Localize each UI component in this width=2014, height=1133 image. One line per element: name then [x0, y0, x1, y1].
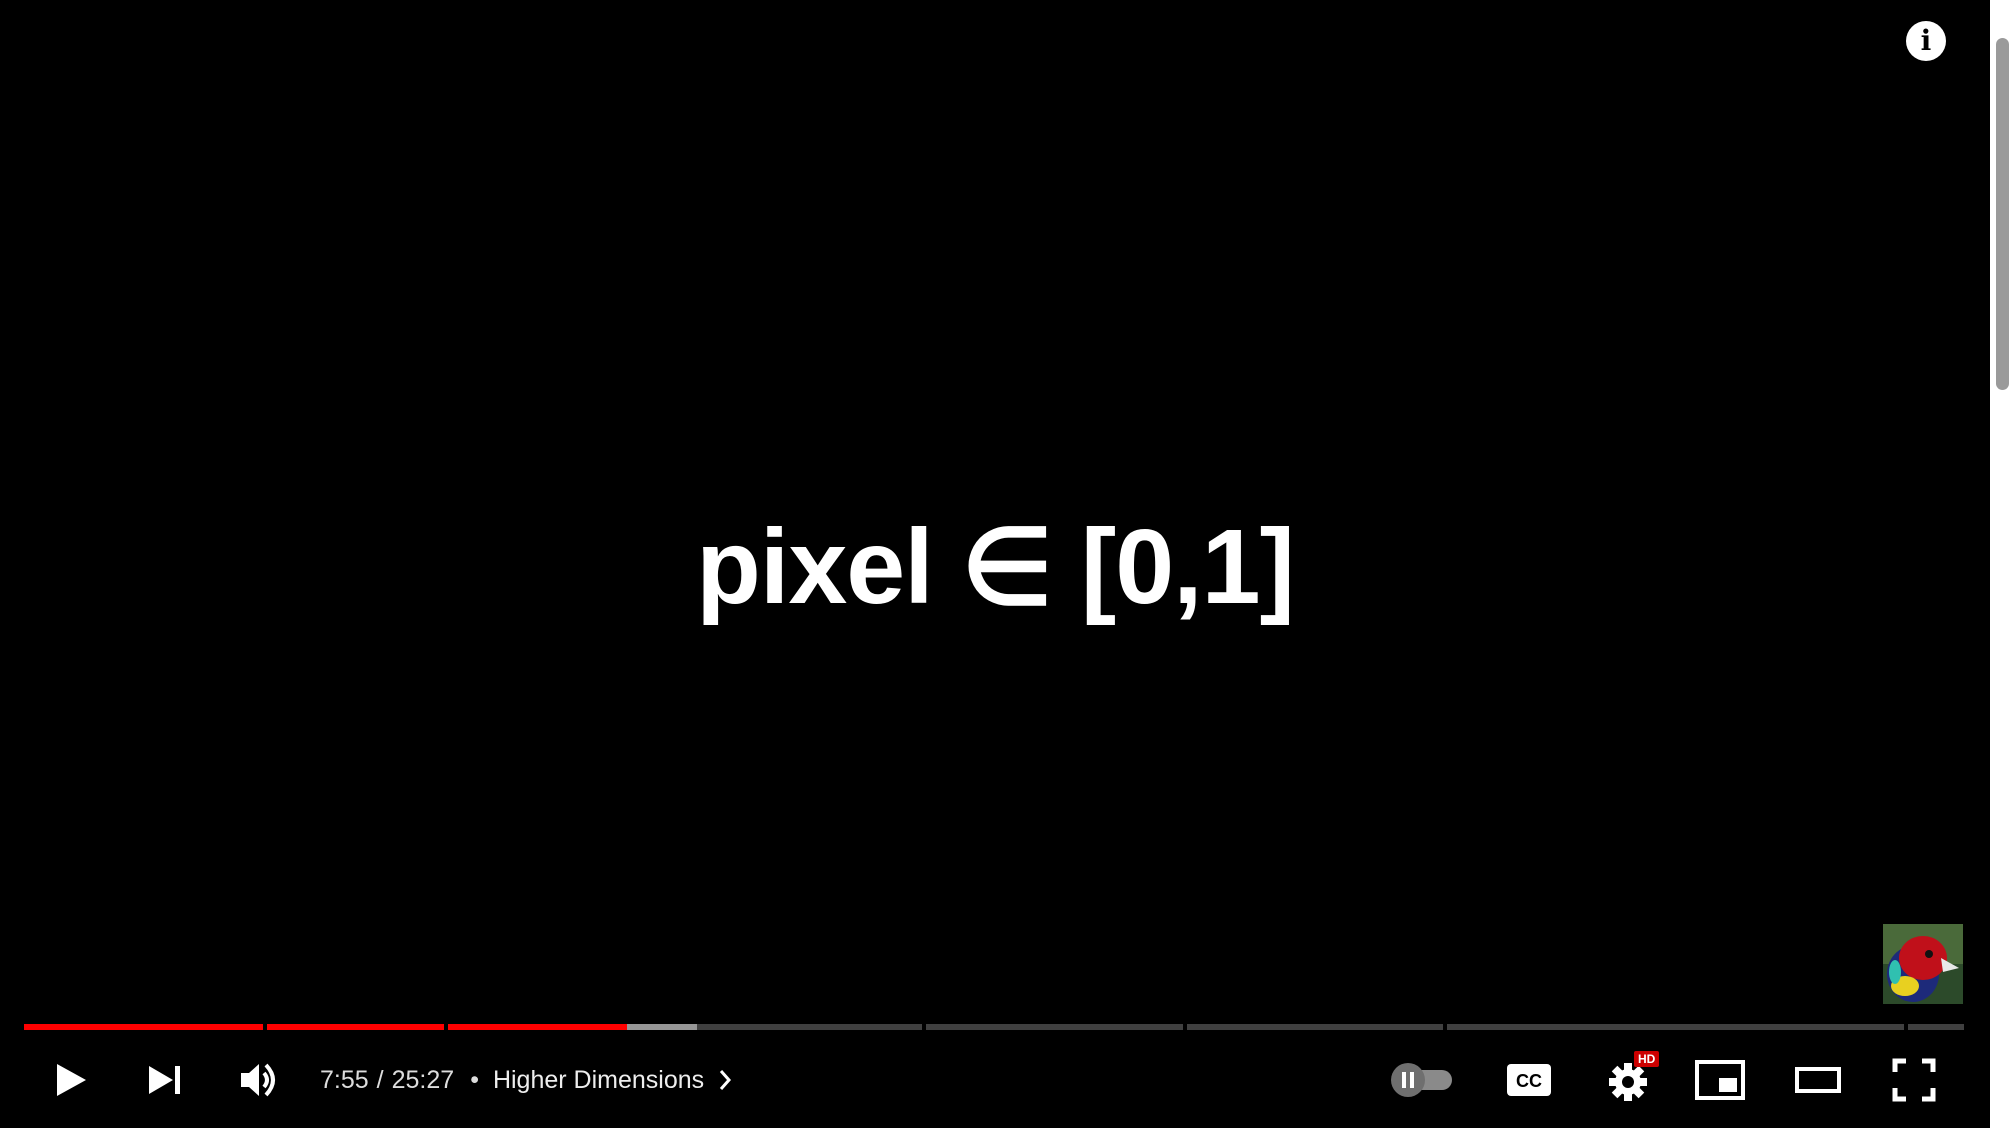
- page-scrollbar[interactable]: [1990, 0, 2014, 1133]
- chapter-title: Higher Dimensions: [492, 1065, 705, 1094]
- chapter-segment[interactable]: [267, 1024, 444, 1030]
- played-fill: [267, 1024, 444, 1030]
- progress-bar[interactable]: [24, 1024, 1964, 1030]
- time-display: 7:55 / 25:27 • Higher Dimensions: [320, 1040, 732, 1120]
- chapter-segment[interactable]: [1447, 1024, 1904, 1030]
- player-controls: 7:55 / 25:27 • Higher Dimensions CC HD: [0, 1040, 1990, 1120]
- gear-icon[interactable]: HD: [1598, 1040, 1660, 1120]
- hd-badge: HD: [1634, 1051, 1660, 1067]
- miniplayer-icon[interactable]: [1692, 1040, 1748, 1120]
- theater-icon[interactable]: [1790, 1040, 1846, 1120]
- chapter-button[interactable]: Higher Dimensions: [493, 1066, 732, 1095]
- channel-watermark[interactable]: [1883, 924, 1963, 1004]
- played-fill: [24, 1024, 263, 1030]
- autoplay-toggle-icon[interactable]: [1388, 1040, 1458, 1120]
- chevron-right-icon: [718, 1069, 732, 1091]
- svg-text:CC: CC: [1516, 1071, 1542, 1091]
- current-time: 7:55: [320, 1065, 369, 1094]
- chapter-segment[interactable]: [926, 1024, 1183, 1030]
- chapter-segment[interactable]: [448, 1024, 922, 1030]
- chapter-segment[interactable]: [1908, 1024, 1964, 1030]
- chapter-segment[interactable]: [24, 1024, 263, 1030]
- chapter-segment[interactable]: [1187, 1024, 1443, 1030]
- duration: 25:27: [391, 1065, 455, 1094]
- time-separator: /: [376, 1065, 384, 1094]
- chapter-bullet: •: [470, 1065, 479, 1094]
- info-icon[interactable]: i: [1906, 21, 1946, 61]
- video-player[interactable]: pixel ∈ [0,1] i 7:55 / 25:27 • Higher Di…: [0, 0, 1990, 1128]
- played-fill: [448, 1024, 628, 1030]
- volume-icon[interactable]: [234, 1040, 288, 1120]
- video-frame-text: pixel ∈ [0,1]: [696, 508, 1295, 626]
- fullscreen-icon[interactable]: [1886, 1040, 1942, 1120]
- scrollbar-thumb[interactable]: [1996, 38, 2009, 390]
- cc-icon[interactable]: CC: [1503, 1040, 1555, 1120]
- next-icon[interactable]: [140, 1040, 190, 1120]
- play-icon[interactable]: [46, 1040, 96, 1120]
